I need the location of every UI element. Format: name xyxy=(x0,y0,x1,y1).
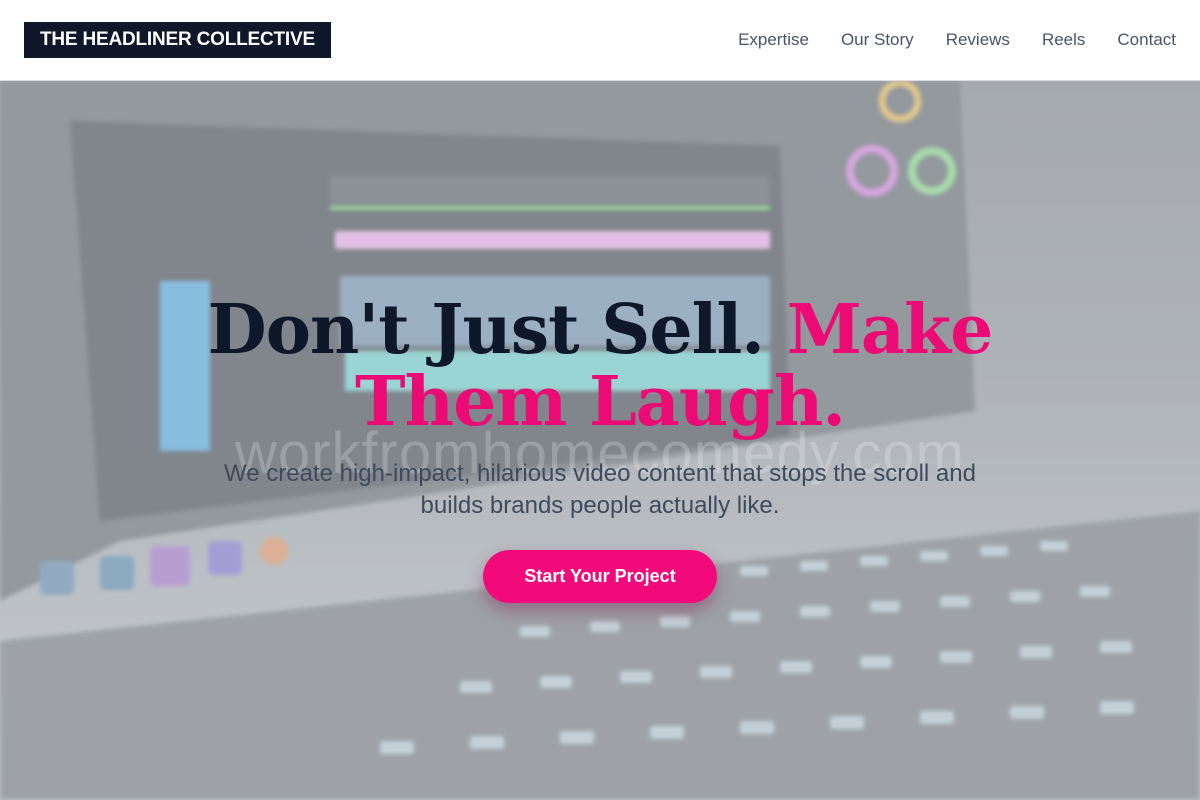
nav-link-reviews[interactable]: Reviews xyxy=(946,30,1010,50)
nav-link-contact[interactable]: Contact xyxy=(1117,30,1176,50)
nav-link-reels[interactable]: Reels xyxy=(1042,30,1085,50)
hero-section: workfromhomecomedy.com Don't Just Sell. … xyxy=(0,81,1200,800)
hero-headline: Don't Just Sell. Make Them Laugh. xyxy=(150,294,1050,438)
nav-link-expertise[interactable]: Expertise xyxy=(738,30,809,50)
hero-subheadline: We create high-impact, hilarious video c… xyxy=(224,460,976,519)
nav-link-our-story[interactable]: Our Story xyxy=(841,30,914,50)
brand-logo[interactable]: THE HEADLINER COLLECTIVE xyxy=(24,22,331,58)
site-header: THE HEADLINER COLLECTIVE Expertise Our S… xyxy=(0,0,1200,81)
main-nav: Expertise Our Story Reviews Reels Contac… xyxy=(738,30,1176,50)
headline-part-1: Don't Just Sell. xyxy=(207,290,765,370)
start-project-button[interactable]: Start Your Project xyxy=(483,550,717,603)
